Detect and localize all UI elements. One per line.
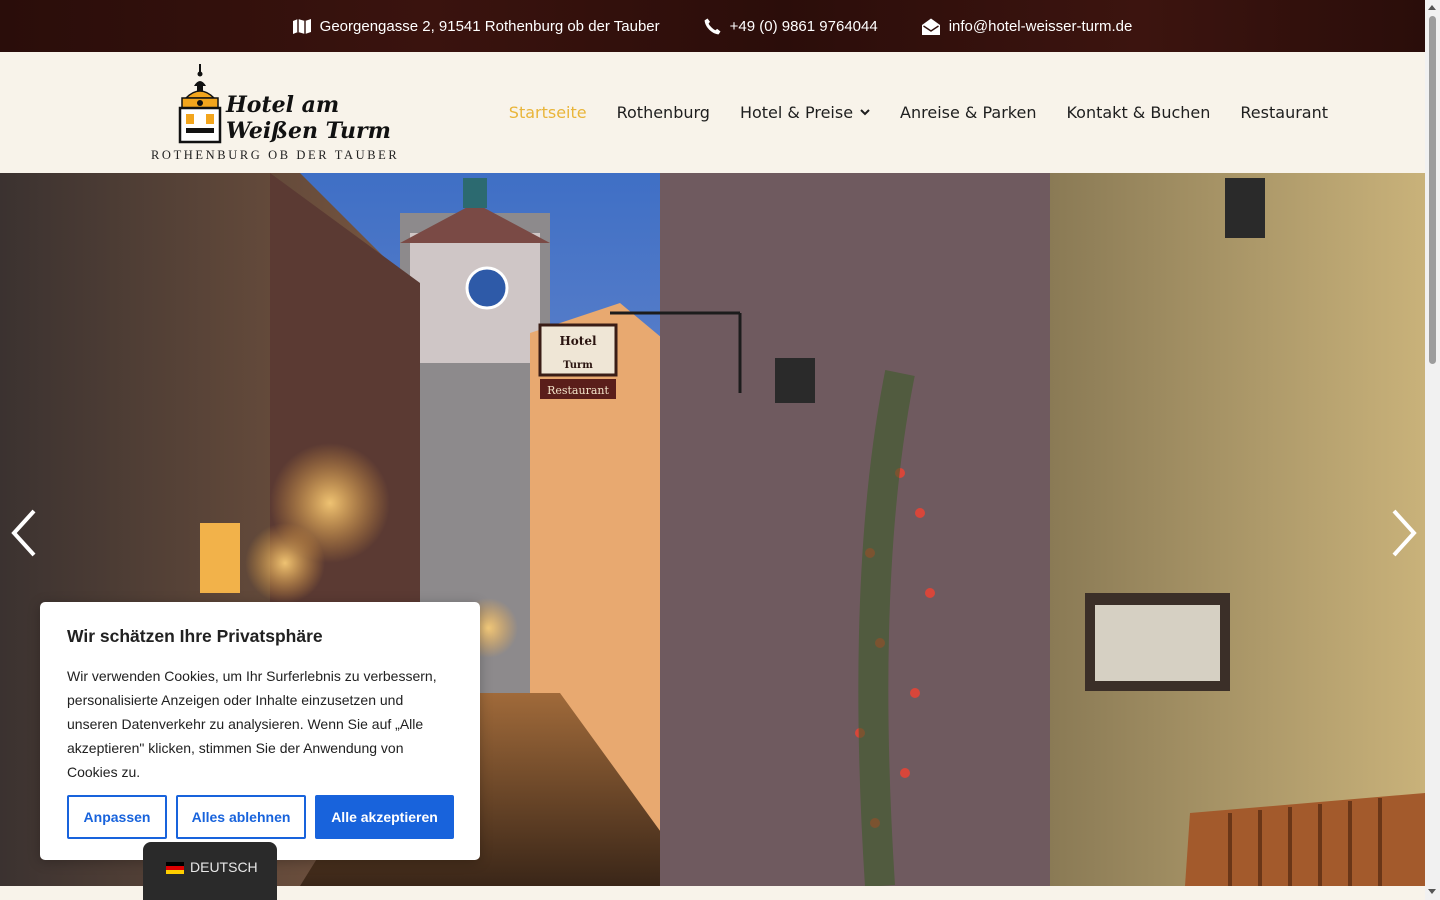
logo-title-line1: Hotel am	[226, 92, 340, 118]
logo-title-line2: Weißen Turm	[226, 118, 391, 144]
language-switcher[interactable]: DEUTSCH	[143, 842, 277, 900]
nav-item-label: Hotel & Preise	[739, 103, 854, 122]
main-nav: Startseite Rothenburg Hotel & Preise Anr…	[509, 52, 1328, 173]
cookie-text: Wir verwenden Cookies, um Ihr Surferlebn…	[67, 668, 437, 780]
chevron-down-icon	[860, 109, 870, 116]
hero-sign-title: Hotel	[559, 334, 597, 348]
arrow-right-icon	[1392, 509, 1417, 557]
slider-next-button[interactable]	[1384, 503, 1424, 563]
nav-item-anreise-parken[interactable]: Anreise & Parken	[900, 103, 1036, 122]
email-item[interactable]: info@hotel-weisser-turm.de	[921, 17, 1133, 35]
nav-item-startseite[interactable]: Startseite	[509, 103, 587, 122]
nav-item-rothenburg[interactable]: Rothenburg	[617, 103, 710, 122]
scroll-down-arrow-icon[interactable]	[1428, 889, 1436, 894]
scroll-thumb[interactable]	[1429, 16, 1436, 364]
slider-prev-button[interactable]	[4, 503, 44, 563]
cookie-customize-button[interactable]: Anpassen	[67, 795, 167, 839]
cookie-consent-banner: Wir schätzen Ihre Privatsphäre Wir verwe…	[40, 602, 480, 860]
address-item[interactable]: Georgengasse 2, 91541 Rothenburg ob der …	[292, 17, 660, 35]
phone-icon	[704, 18, 721, 35]
arrow-left-icon	[11, 509, 36, 557]
phone-text: +49 (0) 9861 9764044	[729, 17, 878, 35]
cookie-title: Wir schätzen Ihre Privatsphäre	[67, 626, 323, 646]
cookie-reject-button[interactable]: Alles ablehnen	[176, 795, 306, 839]
email-text: info@hotel-weisser-turm.de	[948, 17, 1133, 35]
hero-sign-subtitle: Turm	[563, 360, 593, 371]
nav-item-hotel-preise[interactable]: Hotel & Preise	[740, 103, 870, 122]
address-text: Georgengasse 2, 91541 Rothenburg ob der …	[319, 17, 660, 35]
logo-subtitle: ROTHENBURG OB DER TAUBER	[151, 148, 400, 162]
hotel-logo[interactable]: Hotel am Weißen Turm ROTHENBURG OB DER T…	[150, 64, 410, 164]
logo-title: Hotel am Weißen Turm	[226, 92, 406, 144]
german-flag-icon	[166, 862, 184, 874]
nav-item-restaurant[interactable]: Restaurant	[1240, 103, 1328, 122]
page-scrollbar[interactable]	[1425, 0, 1440, 900]
map-icon	[292, 18, 311, 34]
contact-bar: Georgengasse 2, 91541 Rothenburg ob der …	[0, 0, 1425, 52]
cookie-buttons: Anpassen Alles ablehnen Alle akzeptieren	[67, 795, 454, 839]
hero-sign-restaurant: Restaurant	[547, 384, 609, 397]
phone-item[interactable]: +49 (0) 9861 9764044	[704, 18, 878, 35]
nav-item-kontakt-buchen[interactable]: Kontakt & Buchen	[1066, 103, 1210, 122]
site-header: Hotel am Weißen Turm ROTHENBURG OB DER T…	[0, 52, 1425, 173]
cookie-accept-button[interactable]: Alle akzeptieren	[315, 795, 454, 839]
language-label: DEUTSCH	[190, 859, 258, 875]
scroll-up-arrow-icon[interactable]	[1428, 5, 1436, 10]
envelope-open-icon	[921, 18, 940, 35]
